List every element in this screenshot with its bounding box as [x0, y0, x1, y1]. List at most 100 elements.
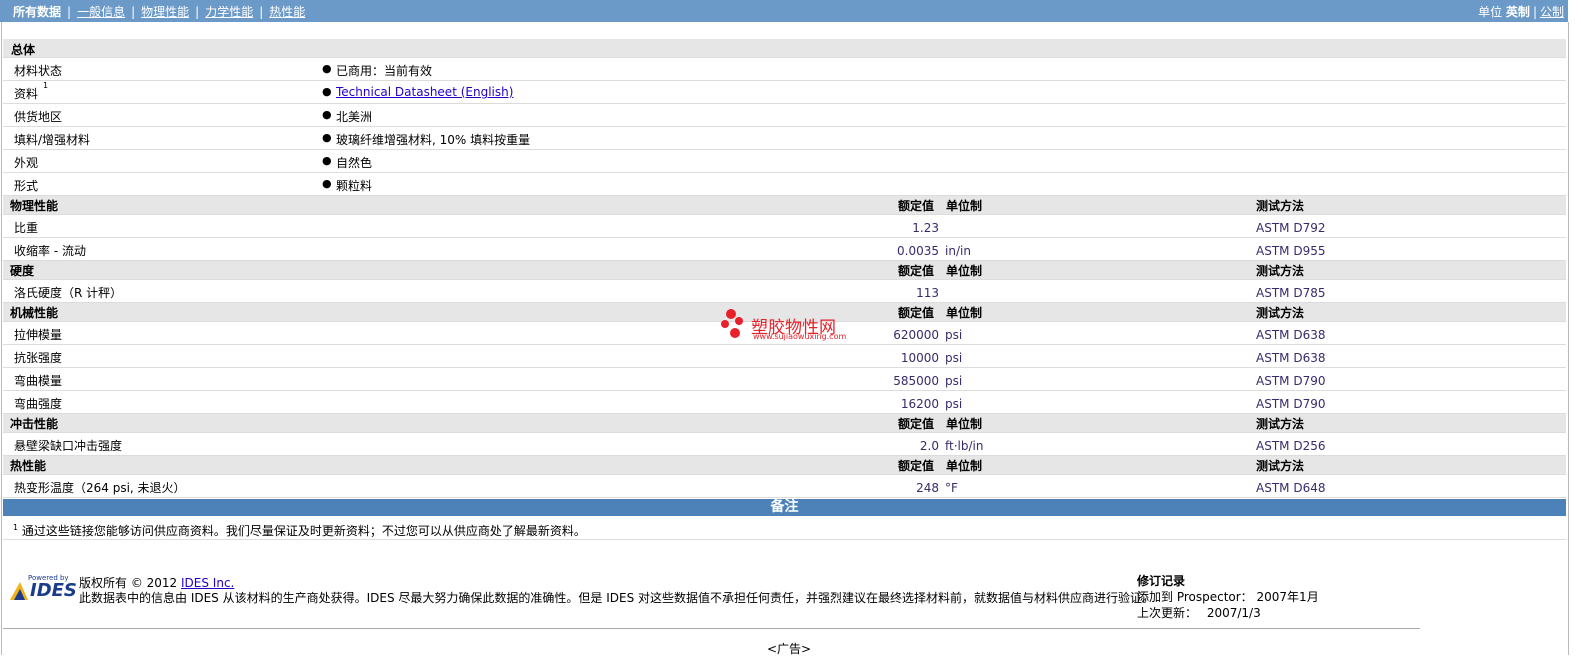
col-header-method: 测试方法 [1256, 417, 1305, 431]
general-row: 形式 ● 颗粒料 [3, 173, 1566, 196]
nav-mechanical[interactable]: 力学性能 [205, 5, 253, 19]
row-label: 外观 [14, 156, 39, 170]
nav-general-info[interactable]: 一般信息 [77, 5, 125, 19]
unit-english[interactable]: 英制 [1506, 5, 1530, 19]
section-title: 硬度 [10, 264, 35, 278]
property-value: 113 [916, 286, 939, 300]
test-method: ASTM D790 [1256, 374, 1326, 388]
col-header-method: 测试方法 [1256, 306, 1305, 320]
nav-links: 所有数据 | 一般信息 | 物理性能 | 力学性能 | 热性能 [13, 5, 306, 19]
section-header: 硬度 额定值 单位制 测试方法 [3, 261, 1566, 280]
general-row: 供货地区 ● 北美洲 [3, 104, 1566, 127]
bullet-icon: ● [322, 131, 332, 144]
general-row: 材料状态 ● 已商用：当前有效 [3, 58, 1566, 81]
property-unit: ft·lb/in [945, 439, 984, 453]
col-header-unit: 单位制 [946, 459, 983, 473]
section-header: 物理性能 额定值 单位制 测试方法 [3, 196, 1566, 215]
property-value: 0.0035 [897, 244, 939, 258]
ad-label: <广告> [767, 642, 812, 656]
datasheet-link[interactable]: Technical Datasheet (English) [336, 85, 513, 99]
test-method: ASTM D256 [1256, 439, 1326, 453]
nav-thermal[interactable]: 热性能 [269, 5, 305, 19]
property-label: 比重 [14, 221, 39, 235]
property-row: 热变形温度（264 psi, 未退火） 248 °F ASTM D648 [3, 475, 1566, 498]
row-value: 颗粒料 [336, 179, 373, 193]
col-header-value: 额定值 [898, 264, 935, 278]
bullet-icon: ● [322, 177, 332, 190]
unit-label: 单位 [1478, 5, 1503, 19]
ides-logo[interactable]: Powered by IDES [8, 574, 77, 602]
property-value: 10000 [900, 351, 939, 365]
test-method: ASTM D792 [1256, 221, 1326, 235]
row-label: 填料/增强材料 [14, 133, 91, 147]
general-row: 填料/增强材料 ● 玻璃纤维增强材料, 10% 填料按重量 [3, 127, 1566, 150]
property-unit: psi [945, 397, 963, 411]
unit-metric[interactable]: 公制 [1540, 5, 1564, 19]
section-title: 总体 [11, 43, 36, 57]
row-value: 已商用：当前有效 [336, 64, 433, 78]
watermark-url: www.sujiaowuxing.com [753, 332, 847, 341]
col-header-method: 测试方法 [1256, 199, 1305, 213]
section-title: 机械性能 [10, 306, 59, 320]
col-header-value: 额定值 [898, 306, 935, 320]
property-label: 洛氏硬度（R 计秤） [14, 286, 123, 300]
test-method: ASTM D638 [1256, 328, 1326, 342]
section-header: 冲击性能 额定值 单位制 测试方法 [3, 414, 1566, 433]
col-header-value: 额定值 [898, 459, 935, 473]
notes-text: 1 通过这些链接您能够访问供应商资料。我们尽量保证及时更新资料；不过您可以从供应… [13, 523, 586, 538]
property-row: 弯曲模量 585000 psi ASTM D790 [3, 368, 1566, 391]
property-label: 热变形温度（264 psi, 未退火） [14, 481, 186, 495]
test-method: ASTM D648 [1256, 481, 1326, 495]
property-value: 620000 [893, 328, 939, 342]
test-method: ASTM D785 [1256, 286, 1326, 300]
row-label: 形式 [14, 179, 39, 193]
property-label: 拉伸模量 [14, 328, 63, 342]
property-row: 抗张强度 10000 psi ASTM D638 [3, 345, 1566, 368]
section-header-general: 总体 [3, 39, 1566, 58]
property-unit: psi [945, 374, 963, 388]
test-method: ASTM D955 [1256, 244, 1326, 258]
col-header-unit: 单位制 [946, 306, 983, 320]
bullet-icon: ● [322, 108, 332, 121]
row-label: 材料状态 [14, 64, 63, 78]
col-header-unit: 单位制 [946, 264, 983, 278]
section-title: 物理性能 [10, 199, 59, 213]
unit-switch: 单位 英制 | 公制 [1478, 5, 1564, 19]
row-value: 自然色 [336, 156, 373, 170]
property-value: 585000 [893, 374, 939, 388]
ides-link[interactable]: IDES Inc. [181, 576, 234, 590]
property-value: 248 [916, 481, 939, 495]
property-row: 悬壁梁缺口冲击强度 2.0 ft·lb/in ASTM D256 [3, 433, 1566, 456]
revision-added: 添加到 Prospector： 2007年1月 [1137, 590, 1319, 604]
bullet-icon: ● [322, 154, 332, 167]
footnote-ref: 1 [43, 81, 49, 90]
property-unit: °F [945, 481, 958, 495]
nav-all-data[interactable]: 所有数据 [13, 5, 61, 19]
section-title: 冲击性能 [10, 417, 59, 431]
property-label: 抗张强度 [14, 351, 63, 365]
col-header-unit: 单位制 [946, 417, 983, 431]
top-nav: 所有数据 | 一般信息 | 物理性能 | 力学性能 | 热性能 单位 英制 | 公制 [0, 0, 1568, 22]
revision-updated: 上次更新： 2007/1/3 [1137, 606, 1261, 620]
property-unit: in/in [945, 244, 971, 258]
row-value: 玻璃纤维增强材料, 10% 填料按重量 [336, 133, 531, 147]
property-row: 比重 1.23 ASTM D792 [3, 215, 1566, 238]
property-row: 洛氏硬度（R 计秤） 113 ASTM D785 [3, 280, 1566, 303]
nav-physical[interactable]: 物理性能 [141, 5, 189, 19]
watermark: 塑胶物性网 www.sujiaowuxing.com [719, 306, 849, 345]
section-header: 热性能 额定值 单位制 测试方法 [3, 456, 1566, 475]
row-label: 供货地区 [14, 110, 63, 124]
property-value: 2.0 [919, 439, 939, 453]
property-unit: psi [945, 328, 963, 342]
footer-divider [3, 628, 1420, 629]
col-header-value: 额定值 [898, 199, 935, 213]
general-row: 外观 ● 自然色 [3, 150, 1566, 173]
property-label: 弯曲模量 [14, 374, 63, 388]
ides-logo-icon [10, 582, 28, 600]
test-method: ASTM D638 [1256, 351, 1326, 365]
property-label: 悬壁梁缺口冲击强度 [14, 439, 123, 453]
notes-header: 备注 [3, 499, 1566, 516]
col-header-method: 测试方法 [1256, 459, 1305, 473]
property-value: 1.23 [912, 221, 939, 235]
section-title: 热性能 [10, 459, 47, 473]
